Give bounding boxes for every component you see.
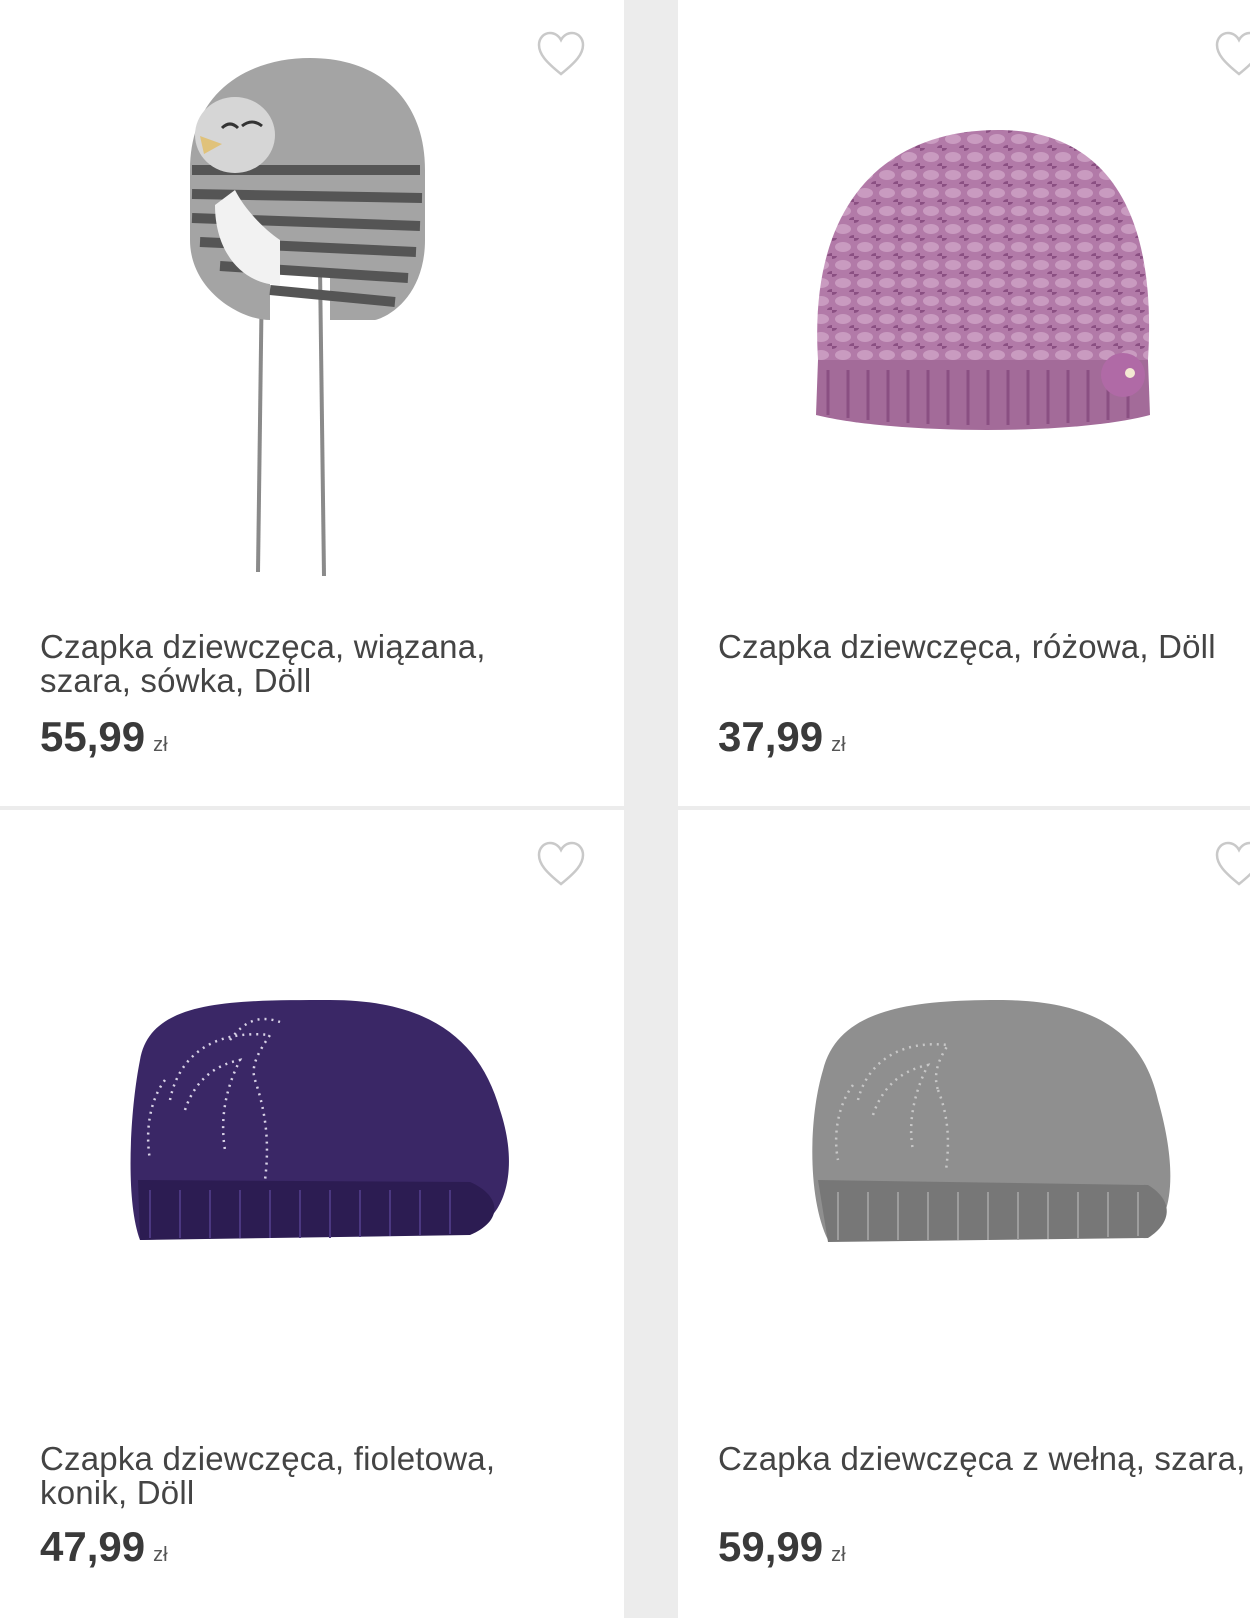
product-grid: Czapka dziewczęca, wiązana, szara, sówka…	[0, 0, 1250, 1618]
price-currency: zł	[831, 734, 846, 756]
gray-wool-beret-icon[interactable]	[678, 850, 1250, 1410]
product-title[interactable]: Czapka dziewczęca, różowa, Döll	[718, 630, 1250, 664]
product-card[interactable]: Czapka dziewczęca, wiązana, szara, sówka…	[0, 0, 624, 806]
price-currency: zł	[153, 734, 168, 756]
product-card[interactable]: Czapka dziewczęca, fioletowa, konik, Döl…	[0, 810, 624, 1618]
product-title[interactable]: Czapka dziewczęca, wiązana, szara, sówka…	[40, 630, 580, 698]
product-price: 59,99 zł	[718, 1522, 846, 1580]
product-title[interactable]: Czapka dziewczęca, fioletowa, konik, Döl…	[40, 1442, 580, 1510]
product-card[interactable]: Czapka dziewczęca z wełną, szara, Döll 5…	[678, 810, 1250, 1618]
price-currency: zł	[153, 1544, 168, 1566]
product-card[interactable]: Czapka dziewczęca, różowa, Döll 37,99 zł	[678, 0, 1250, 806]
price-value: 47,99	[40, 1523, 146, 1570]
price-currency: zł	[831, 1544, 846, 1566]
product-price: 37,99 zł	[718, 712, 846, 770]
price-value: 59,99	[718, 1523, 824, 1570]
price-value: 55,99	[40, 713, 146, 760]
purple-horse-beret-icon[interactable]	[0, 850, 624, 1410]
pink-knit-beanie-icon[interactable]	[678, 40, 1250, 600]
price-value: 37,99	[718, 713, 824, 760]
product-price: 47,99 zł	[40, 1522, 168, 1580]
gray-striped-owl-hat-icon[interactable]	[0, 40, 624, 600]
product-title[interactable]: Czapka dziewczęca z wełną, szara, Döll	[718, 1442, 1250, 1476]
product-price: 55,99 zł	[40, 712, 168, 770]
